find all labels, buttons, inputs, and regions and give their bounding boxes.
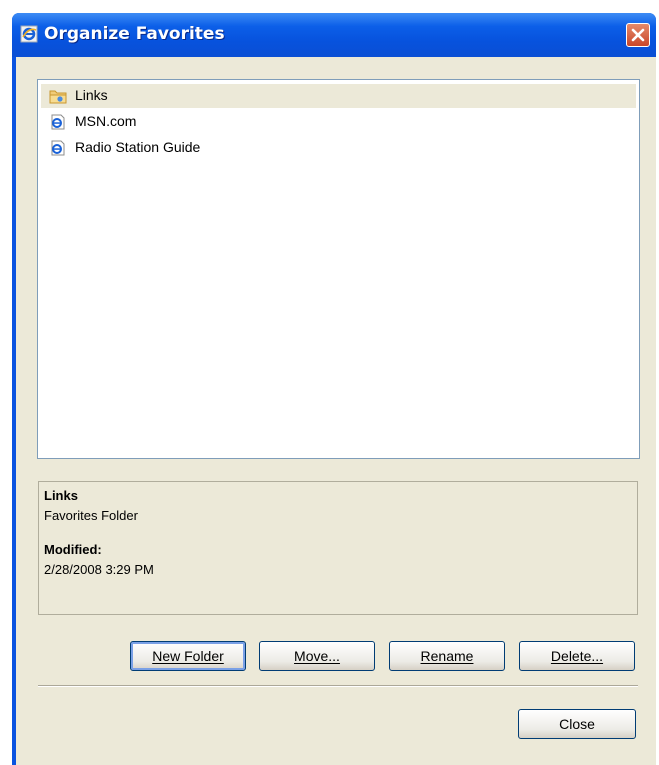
list-item-label: Radio Station Guide [75,139,201,155]
details-panel: Links Favorites Folder Modified: 2/28/20… [38,481,638,615]
list-item-radio-station-guide[interactable]: Radio Station Guide [41,136,636,160]
ie-icon [20,25,38,43]
list-item-msn[interactable]: MSN.com [41,110,636,134]
window-title: Organize Favorites [44,24,225,44]
close-button[interactable]: Close [518,709,636,739]
details-modified-value: 2/28/2008 3:29 PM [44,562,154,577]
organize-favorites-window: Organize Favorites Links MSN.com Radio S… [12,13,656,765]
delete-button[interactable]: Delete... [519,641,635,671]
details-type: Favorites Folder [44,508,138,523]
title-bar[interactable]: Organize Favorites [12,13,656,57]
details-modified-label: Modified: [44,542,102,557]
folder-icon [49,90,67,104]
close-icon [631,28,645,42]
ie-page-icon [51,140,65,156]
new-folder-button[interactable]: New Folder [130,641,246,671]
rename-button[interactable]: Rename [389,641,505,671]
move-button[interactable]: Move... [259,641,375,671]
list-item-label: Links [75,87,108,103]
list-item-links[interactable]: Links [41,84,636,108]
window-close-button[interactable] [626,23,650,47]
dialog-body: Links MSN.com Radio Station Guide Links … [16,57,656,765]
ie-page-icon [51,114,65,130]
list-item-label: MSN.com [75,113,137,129]
details-name: Links [44,488,78,503]
separator [38,685,638,687]
favorites-list[interactable]: Links MSN.com Radio Station Guide [37,79,640,459]
